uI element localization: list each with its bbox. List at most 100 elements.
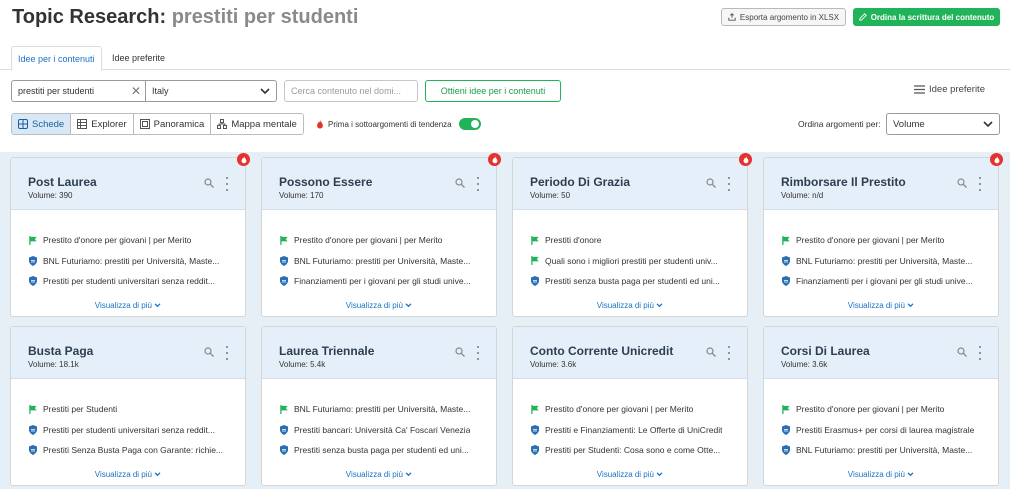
headline-item[interactable]: BNL Futuriamo: prestiti per Università, … <box>781 251 991 272</box>
view-cards-button[interactable]: Schede <box>12 114 72 134</box>
show-more-link[interactable]: Visualizza di più <box>513 301 747 310</box>
headline-item[interactable]: Prestiti Senza Busta Paga con Garante: r… <box>28 440 238 461</box>
headline-text: Prestito d'onore per giovani | per Merit… <box>796 404 945 415</box>
more-options-icon[interactable] <box>475 346 481 360</box>
chevron-down-icon <box>154 472 161 477</box>
topic-card-header: Rimborsare Il Prestito Volume: n/d <box>764 158 998 210</box>
trending-subtopics-toggle[interactable] <box>458 118 481 130</box>
show-more-link[interactable]: Visualizza di più <box>262 470 496 479</box>
order-content-writing-label: Ordina la scrittura del contenuto <box>870 12 995 22</box>
topic-card[interactable]: Laurea Triennale Volume: 5.4k BNL Futuriam… <box>261 326 497 486</box>
topic-card[interactable]: Corsi Di Laurea Volume: 3.6k Prestito d'on… <box>763 326 999 486</box>
headline-item[interactable]: Prestiti d'onore <box>530 230 740 251</box>
headline-item[interactable]: Prestito d'onore per giovani | per Merit… <box>279 230 489 251</box>
headline-item[interactable]: Prestiti senza busta paga per studenti e… <box>530 271 740 292</box>
headline-item[interactable]: Finanziamenti per i giovani per gli stud… <box>781 271 991 292</box>
more-options-icon[interactable] <box>726 177 732 191</box>
trending-flame-icon <box>990 153 1003 166</box>
headline-item[interactable]: Prestito d'onore per giovani | per Merit… <box>28 230 238 251</box>
view-overview-button[interactable]: Panoramica <box>133 114 212 134</box>
tab-content-ideas[interactable]: Idee per i contenuti <box>11 46 102 71</box>
headline-item[interactable]: Prestito d'onore per giovani | per Merit… <box>781 230 991 251</box>
headline-item[interactable]: Prestiti senza busta paga per studenti e… <box>279 440 489 461</box>
country-select[interactable]: Italy <box>145 80 277 102</box>
more-options-icon[interactable] <box>726 346 732 360</box>
view-mindmap-button[interactable]: Mappa mentale <box>211 114 303 134</box>
headline-text: BNL Futuriamo: prestiti per Università, … <box>294 404 471 415</box>
headline-item[interactable]: Prestiti per Studenti <box>28 399 238 420</box>
headline-item[interactable]: Prestito d'onore per giovani | per Merit… <box>781 399 991 420</box>
country-select-value: Italy <box>152 86 169 96</box>
headline-text: Prestiti per Studenti <box>43 404 118 415</box>
search-icon[interactable] <box>455 347 465 357</box>
search-icon[interactable] <box>706 178 716 188</box>
search-icon[interactable] <box>455 178 465 188</box>
headline-text: Prestiti per Studenti: Cosa sono e come … <box>545 445 721 456</box>
search-icon[interactable] <box>957 178 967 188</box>
headline-text: Quali sono i migliori prestiti per stude… <box>545 255 718 266</box>
show-more-link[interactable]: Visualizza di più <box>764 470 998 479</box>
headline-item[interactable]: BNL Futuriamo: prestiti per Università, … <box>781 440 991 461</box>
search-icon[interactable] <box>706 347 716 357</box>
get-content-ideas-button[interactable]: Ottieni idee per i contenuti <box>425 80 561 102</box>
blue-shield-icon <box>781 255 791 266</box>
more-options-icon[interactable] <box>475 177 481 191</box>
headline-item[interactable]: Prestiti Erasmus+ per corsi di laurea ma… <box>781 420 991 441</box>
blue-shield-icon <box>279 255 289 266</box>
show-more-link[interactable]: Visualizza di più <box>262 301 496 310</box>
topic-card[interactable]: Possono Essere Volume: 170 Prestito d'onor… <box>261 153 501 317</box>
view-cards-label: Schede <box>32 118 65 130</box>
topic-card[interactable]: Periodo Di Grazia Volume: 50 Prestiti d'on… <box>512 153 752 317</box>
more-options-icon[interactable] <box>977 177 983 191</box>
more-options-icon[interactable] <box>977 346 983 360</box>
headline-item[interactable]: Finanziamenti per i giovani per gli stud… <box>279 271 489 292</box>
show-more-link[interactable]: Visualizza di più <box>764 301 998 310</box>
headline-item[interactable]: BNL Futuriamo: prestiti per Università, … <box>279 251 489 272</box>
show-more-link[interactable]: Visualizza di più <box>11 470 245 479</box>
headline-text: BNL Futuriamo: prestiti per Università, … <box>43 255 220 266</box>
keyword-input[interactable]: prestiti per studenti ✕ <box>11 80 146 102</box>
show-more-link[interactable]: Visualizza di più <box>11 301 245 310</box>
headline-item[interactable]: BNL Futuriamo: prestiti per Università, … <box>279 399 489 420</box>
sort-select[interactable]: Volume <box>886 113 1000 135</box>
more-options-icon[interactable] <box>224 346 230 360</box>
tab-favorite-ideas[interactable]: Idee preferite <box>106 46 171 70</box>
clear-icon[interactable]: ✕ <box>131 85 141 97</box>
topic-card[interactable]: Conto Corrente Unicredit Volume: 3.6k Pres… <box>512 326 748 486</box>
headline-item[interactable]: Prestiti e Finanziamenti: Le Offerte di … <box>530 420 740 441</box>
headline-item[interactable]: Prestiti per Studenti: Cosa sono e come … <box>530 440 740 461</box>
view-row: Schede Explorer Panoramica Mappa mentale… <box>0 113 1010 137</box>
topic-card-headlines: BNL Futuriamo: prestiti per Università, … <box>279 399 489 461</box>
search-icon[interactable] <box>957 347 967 357</box>
trending-flame-icon <box>739 153 752 166</box>
view-explorer-button[interactable]: Explorer <box>71 114 134 134</box>
search-icon[interactable] <box>204 347 214 357</box>
topic-card[interactable]: Busta Paga Volume: 18.1k Prestiti per Stud… <box>10 326 246 486</box>
headline-text: Prestiti per studenti universitari senza… <box>43 276 215 287</box>
blue-shield-icon <box>28 276 38 287</box>
headline-item[interactable]: Prestiti per studenti universitari senza… <box>28 420 238 441</box>
show-more-link[interactable]: Visualizza di più <box>513 470 747 479</box>
more-options-icon[interactable] <box>224 177 230 191</box>
chevron-down-icon <box>907 472 914 477</box>
domain-search-input[interactable]: Cerca contenuto nel domi... <box>284 80 418 102</box>
table-icon <box>77 119 88 129</box>
headline-item[interactable]: Prestiti bancari: Università Ca' Foscari… <box>279 420 489 441</box>
topic-card[interactable]: Post Laurea Volume: 390 Prestito d'onore p… <box>10 153 250 317</box>
favorite-ideas-link[interactable]: Idee preferite <box>914 84 985 95</box>
headline-item[interactable]: BNL Futuriamo: prestiti per Università, … <box>28 251 238 272</box>
blue-shield-icon <box>781 276 791 287</box>
search-icon[interactable] <box>204 178 214 188</box>
order-content-writing-button[interactable]: Ordina la scrittura del contenuto <box>853 8 1000 26</box>
headline-item[interactable]: Prestiti per studenti universitari senza… <box>28 271 238 292</box>
trending-flame-icon <box>237 153 250 166</box>
headline-item[interactable]: Quali sono i migliori prestiti per stude… <box>530 251 740 272</box>
headline-item[interactable]: Prestito d'onore per giovani | per Merit… <box>530 399 740 420</box>
topic-card-header: Laurea Triennale Volume: 5.4k <box>262 327 496 379</box>
blue-shield-icon <box>28 424 38 435</box>
topic-card[interactable]: Rimborsare Il Prestito Volume: n/d Prestit… <box>763 153 1003 317</box>
cards-icon <box>18 119 28 129</box>
topic-card-title: Post Laurea <box>28 175 97 189</box>
export-xlsx-button[interactable]: Esporta argomento in XLSX <box>721 8 846 26</box>
topic-card-header: Corsi Di Laurea Volume: 3.6k <box>764 327 998 379</box>
